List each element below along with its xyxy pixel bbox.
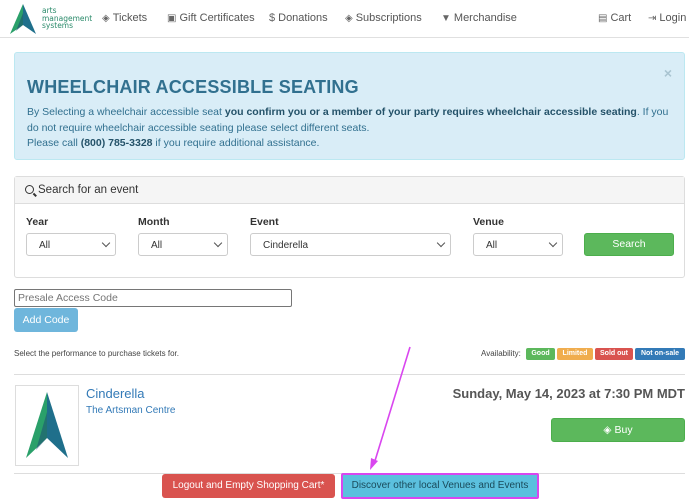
month-select[interactable]: All xyxy=(138,233,228,256)
add-code-button[interactable]: Add Code xyxy=(14,308,78,332)
search-panel-header: Search for an event xyxy=(15,177,684,204)
logo-mark-icon xyxy=(26,392,68,458)
search-icon xyxy=(25,185,34,194)
venue-label: Venue xyxy=(473,216,504,228)
presale-code-input[interactable] xyxy=(14,289,292,307)
year-select[interactable]: All xyxy=(26,233,116,256)
ticket-icon: ◈ xyxy=(102,13,110,24)
gift-icon: ▣ xyxy=(167,13,177,24)
discover-venues-button[interactable]: Discover other local Venues and Events xyxy=(341,473,539,499)
nav-tickets[interactable]: ◈ Tickets xyxy=(102,12,147,24)
wheelchair-alert: × WHEELCHAIR ACCESSIBLE SEATING By Selec… xyxy=(14,52,685,160)
ticket-icon: ◈ xyxy=(603,424,612,436)
event-venue-link[interactable]: The Artsman Centre xyxy=(86,405,175,416)
cocktail-icon: ▼ xyxy=(441,13,451,24)
search-button[interactable]: Search xyxy=(584,233,674,256)
chevron-down-icon xyxy=(548,238,558,248)
event-date: Sunday, May 14, 2023 at 7:30 PM MDT xyxy=(452,386,685,401)
badge-not-on-sale: Not on-sale xyxy=(635,348,685,360)
nav-cart[interactable]: ▤ Cart xyxy=(598,12,631,24)
brand-logo[interactable]: arts management systems xyxy=(8,3,98,35)
badge-sold-out: Sold out xyxy=(595,348,633,360)
divider xyxy=(14,374,685,375)
nav-merchandise[interactable]: ▼ Merchandise xyxy=(441,12,517,24)
nav-subscriptions[interactable]: ◈ Subscriptions xyxy=(345,12,422,24)
event-label: Event xyxy=(250,216,279,228)
chevron-down-icon xyxy=(213,238,223,248)
dollar-icon: $ xyxy=(269,12,276,24)
navbar: arts management systems ◈ Tickets ▣ Gift C… xyxy=(0,0,689,38)
alert-title: WHEELCHAIR ACCESSIBLE SEATING xyxy=(27,77,359,97)
search-panel-title: Search for an event xyxy=(25,184,138,196)
nav-donations[interactable]: $ Donations xyxy=(269,12,328,24)
venue-select[interactable]: All xyxy=(473,233,563,256)
nav-login[interactable]: ⇥ Login xyxy=(648,12,686,24)
badge-good: Good xyxy=(526,348,555,360)
search-panel: Search for an event Year All Month All E… xyxy=(14,176,685,278)
badge-limited: Limited xyxy=(557,348,593,360)
cart-icon: ▤ xyxy=(598,13,608,24)
chevron-down-icon xyxy=(101,238,111,248)
close-icon[interactable]: × xyxy=(664,65,672,81)
availability-label: Availability: xyxy=(481,349,521,358)
logo-mark-icon xyxy=(10,4,36,34)
logo-text: arts management systems xyxy=(42,6,93,30)
select-performance-text: Select the performance to purchase ticke… xyxy=(14,349,179,358)
alert-message: By Selecting a wheelchair accessible sea… xyxy=(27,106,669,134)
event-thumbnail[interactable] xyxy=(15,385,79,466)
year-label: Year xyxy=(26,216,49,228)
login-icon: ⇥ xyxy=(648,13,657,24)
buy-button[interactable]: ◈ Buy xyxy=(551,418,685,442)
alert-contact: Please call (800) 785-3328 if you requir… xyxy=(27,137,320,149)
event-name-link[interactable]: Cinderella xyxy=(86,386,145,401)
month-label: Month xyxy=(138,216,170,228)
logout-empty-cart-button[interactable]: Logout and Empty Shopping Cart* xyxy=(162,474,335,498)
event-select[interactable]: Cinderella xyxy=(250,233,451,256)
chevron-down-icon xyxy=(436,238,446,248)
tag-icon: ◈ xyxy=(345,13,353,24)
nav-gift-certificates[interactable]: ▣ Gift Certificates xyxy=(167,12,255,24)
